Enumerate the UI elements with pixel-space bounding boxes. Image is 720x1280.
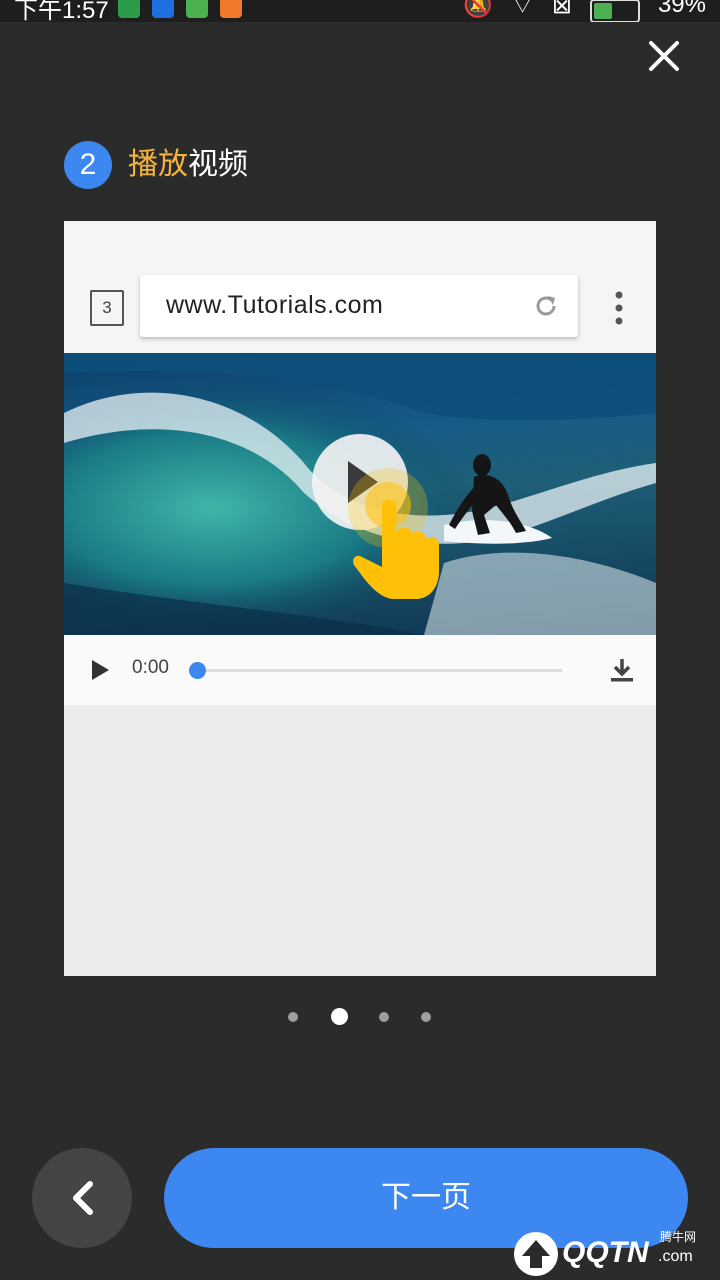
back-button[interactable] [32,1148,132,1248]
chevron-left-icon [73,1181,93,1215]
mute-icon: 🔕 [463,0,494,19]
page-dot [379,1012,389,1022]
browser-toolbar: 3 www.Tutorials.com [64,221,656,353]
tab-count-icon: 3 [90,290,124,326]
step-number-badge: 2 [64,141,112,189]
page-dot [288,1012,298,1022]
video-controls: 0:00 [64,635,656,705]
url-text: www.Tutorials.com [166,291,384,319]
close-icon [649,41,679,71]
page-dot [421,1012,431,1022]
watermark-cn: 腾牛网 [660,1230,697,1244]
video-thumbnail [64,353,656,635]
wifi-icon: ⌔ [511,0,534,19]
app-icon-1 [118,0,140,18]
app-icon-4 [220,0,242,18]
sim-icon: ⊠ [551,0,572,19]
progress-track [196,669,562,672]
page-indicator [286,1008,436,1028]
status-right: 🔕 ⌔ ⊠ 39% [463,0,706,22]
battery-icon [589,0,640,22]
tap-hand-icon [348,468,439,599]
step-title-highlight: 播放 [128,147,188,182]
status-bar: 下午1:57 🔕 ⌔ ⊠ 39% [0,0,720,22]
app-icon-2 [152,0,174,18]
tutorial-illustration: 3 www.Tutorials.com 0:00 [64,221,656,976]
watermark-logo [514,1232,558,1276]
app-icon-3 [186,0,208,18]
more-vert-icon [615,291,623,325]
play-icon [92,660,109,680]
battery-level: 39% [657,0,706,18]
watermark: QQTN 腾牛网 .com [508,1226,718,1280]
watermark-brand: QQTN [562,1236,649,1269]
status-time: 下午1:57 [14,0,109,22]
close-button[interactable] [640,32,688,80]
url-bar: www.Tutorials.com [140,275,578,337]
watermark-suffix: .com [658,1248,693,1265]
step-title-rest: 视频 [188,147,248,182]
video-time: 0:00 [132,657,169,678]
reload-icon [536,296,556,316]
page-dot-active [331,1008,348,1025]
download-icon [611,659,633,682]
notification-icons [118,0,242,18]
step-title: 播放视频 [128,143,248,187]
progress-thumb [189,662,206,679]
